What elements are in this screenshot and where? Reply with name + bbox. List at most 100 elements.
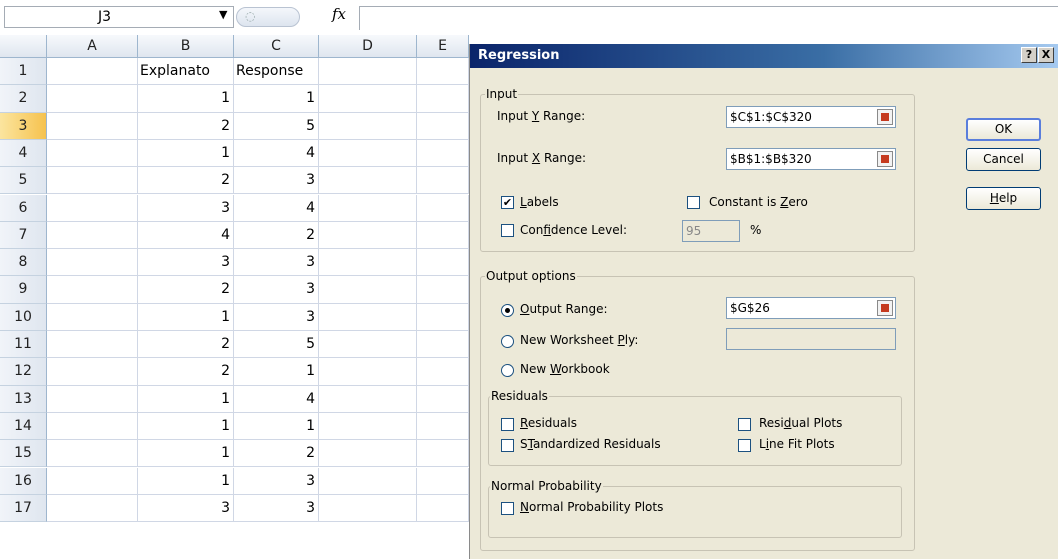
cell-a5[interactable] [47,167,138,195]
cell-d8[interactable] [319,249,417,277]
cell-a3[interactable] [47,112,138,140]
cell-c11[interactable]: 5 [234,331,319,359]
line-fit-plots-checkbox[interactable] [738,439,751,452]
range-select-icon[interactable] [877,109,893,125]
cell-c4[interactable]: 4 [234,139,319,168]
cell-e14[interactable] [417,412,469,441]
cell-d15[interactable] [319,440,417,468]
help-button[interactable]: Help [966,187,1041,210]
cell-b11[interactable]: 2 [138,331,234,359]
cell-e10[interactable] [417,303,469,331]
cell-a16[interactable] [47,467,138,495]
close-button[interactable]: X [1038,47,1054,63]
cell-c10[interactable]: 3 [234,303,319,331]
constant-zero-checkbox[interactable] [687,196,700,209]
cell-a4[interactable] [47,139,138,168]
cell-a11[interactable] [47,331,138,359]
range-select-icon[interactable] [877,151,893,167]
cell-c12[interactable]: 1 [234,358,319,386]
cell-d17[interactable] [319,494,417,523]
cell-e7[interactable] [417,221,469,250]
new-worksheet-radio[interactable] [501,335,514,348]
cell-c5[interactable]: 3 [234,167,319,195]
cell-b3[interactable]: 2 [138,112,234,140]
cell-a7[interactable] [47,221,138,250]
cell-a1[interactable] [47,58,138,86]
cell-c13[interactable]: 4 [234,385,319,413]
cell-d11[interactable] [319,331,417,359]
normal-probability-plots-checkbox[interactable] [501,502,514,515]
cell-b6[interactable]: 3 [138,194,234,222]
cell-e2[interactable] [417,85,469,113]
cell-d12[interactable] [319,358,417,386]
cell-b4[interactable]: 1 [138,139,234,168]
cancel-button[interactable]: Cancel [966,148,1041,171]
cell-b13[interactable]: 1 [138,385,234,413]
cell-a10[interactable] [47,303,138,331]
residuals-checkbox[interactable] [501,418,514,431]
row-header[interactable]: 15 [0,440,47,468]
cell-a13[interactable] [47,385,138,413]
cell-e12[interactable] [417,358,469,386]
chevron-down-icon[interactable]: ▼ [219,8,227,21]
cell-c7[interactable]: 2 [234,221,319,250]
name-box[interactable]: J3 ▼ [4,6,234,28]
cell-b9[interactable]: 2 [138,276,234,304]
row-header[interactable]: 3 [0,112,47,140]
cell-e16[interactable] [417,467,469,495]
cell-c8[interactable]: 3 [234,249,319,277]
residual-plots-checkbox[interactable] [738,418,751,431]
row-header[interactable]: 12 [0,358,47,386]
cell-b16[interactable]: 1 [138,467,234,495]
column-header-c[interactable]: C [234,35,319,58]
cell-c6[interactable]: 4 [234,194,319,222]
cell-e5[interactable] [417,167,469,195]
new-worksheet-input[interactable] [726,328,896,350]
cell-b8[interactable]: 3 [138,249,234,277]
cell-d16[interactable] [319,467,417,495]
ok-button[interactable]: OK [966,118,1041,141]
cell-c15[interactable]: 2 [234,440,319,468]
cell-d14[interactable] [319,412,417,441]
cell-c9[interactable]: 3 [234,276,319,304]
labels-checkbox[interactable]: ✔ [501,196,514,209]
cell-e8[interactable] [417,249,469,277]
cell-b7[interactable]: 4 [138,221,234,250]
cell-c3[interactable]: 5 [234,112,319,140]
cell-a6[interactable] [47,194,138,222]
cell-e9[interactable] [417,276,469,304]
help-question-button[interactable]: ? [1021,47,1037,63]
cell-b12[interactable]: 2 [138,358,234,386]
cell-e15[interactable] [417,440,469,468]
row-header[interactable]: 9 [0,276,47,304]
row-header[interactable]: 5 [0,167,47,195]
cell-a17[interactable] [47,494,138,523]
cell-d10[interactable] [319,303,417,331]
cell-e6[interactable] [417,194,469,222]
cell-d4[interactable] [319,139,417,168]
formula-input[interactable] [359,6,1058,30]
column-header-a[interactable]: A [47,35,138,58]
row-header[interactable]: 2 [0,85,47,113]
row-header[interactable]: 14 [0,412,47,441]
row-header[interactable]: 11 [0,331,47,359]
cell-a15[interactable] [47,440,138,468]
cell-c17[interactable]: 3 [234,494,319,523]
cell-d3[interactable] [319,112,417,140]
cell-d6[interactable] [319,194,417,222]
cell-c14[interactable]: 1 [234,412,319,441]
row-header[interactable]: 6 [0,194,47,222]
cell-d5[interactable] [319,167,417,195]
cell-a2[interactable] [47,85,138,113]
cell-c16[interactable]: 3 [234,467,319,495]
row-header[interactable]: 4 [0,139,47,168]
cell-b1[interactable]: Explanato [138,58,234,86]
row-header[interactable]: 17 [0,494,47,523]
confidence-level-checkbox[interactable] [501,224,514,237]
cell-a12[interactable] [47,358,138,386]
x-range-input[interactable]: $B$1:$B$320 [726,148,896,170]
cell-e13[interactable] [417,385,469,413]
cell-e17[interactable] [417,494,469,523]
row-header[interactable]: 8 [0,249,47,277]
select-all-corner[interactable] [0,35,47,58]
